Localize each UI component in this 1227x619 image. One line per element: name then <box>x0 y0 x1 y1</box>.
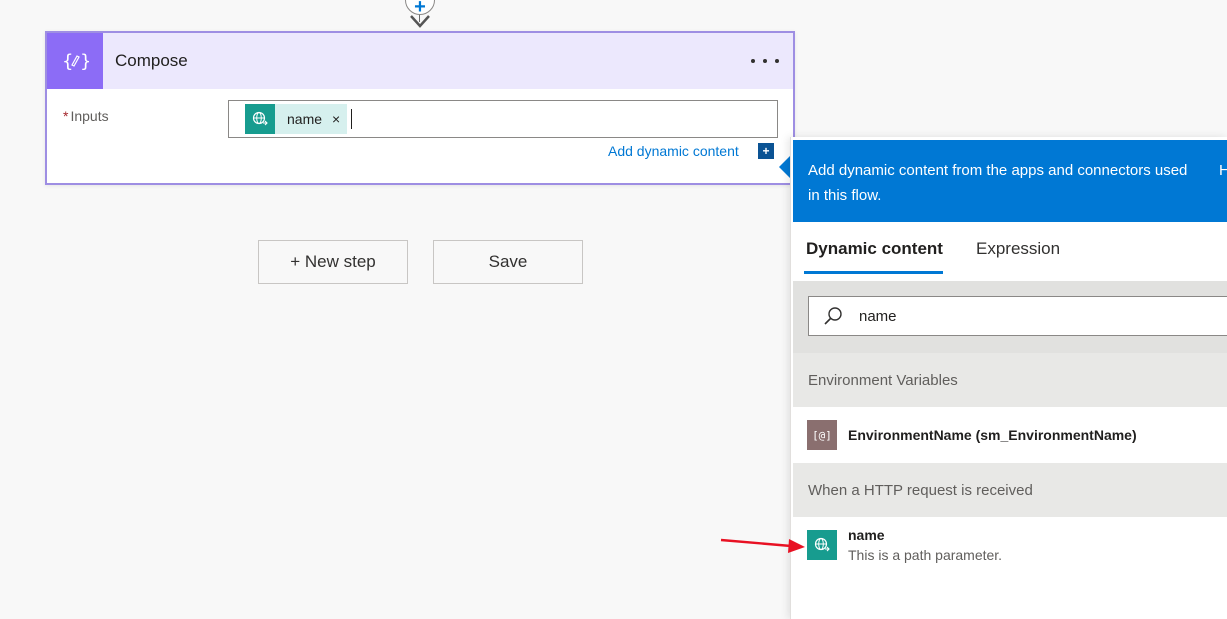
tab-expression[interactable]: Expression <box>976 239 1060 259</box>
http-request-icon <box>245 104 275 134</box>
text-caret <box>351 109 353 129</box>
active-tab-indicator <box>804 271 943 274</box>
svg-text:}: } <box>80 51 89 72</box>
required-marker: * <box>63 108 69 124</box>
list-item-name[interactable]: name This is a path parameter. <box>793 517 1227 573</box>
search-input[interactable] <box>859 307 1159 325</box>
panel-header: Add dynamic content from the apps and co… <box>793 140 1227 222</box>
section-environment-variables[interactable]: Environment Variables <box>793 353 1227 407</box>
item-title: name <box>848 527 885 543</box>
environment-variable-icon: [@] <box>807 420 837 450</box>
add-dynamic-content-button[interactable]: + <box>758 143 774 159</box>
list-item-environment-name[interactable]: [@] EnvironmentName (sm_EnvironmentName) <box>793 407 1227 463</box>
remove-token-icon[interactable]: × <box>332 111 347 127</box>
panel-header-text: Add dynamic content from the apps and co… <box>808 162 1188 204</box>
inputs-field[interactable]: name × <box>228 100 778 138</box>
compose-card-header[interactable]: { } Compose <box>47 33 793 89</box>
section-http-request[interactable]: When a HTTP request is received <box>793 463 1227 517</box>
compose-action-card: { } Compose *Inputs name × Add dyna <box>45 31 795 185</box>
http-request-icon <box>807 530 837 560</box>
inputs-label: * Inputs <box>63 108 109 124</box>
dynamic-content-panel: Add dynamic content from the apps and co… <box>790 137 1227 619</box>
inputs-label-text: Inputs <box>70 108 109 124</box>
red-arrow-icon <box>720 538 805 553</box>
card-title: Compose <box>115 51 188 70</box>
svg-text:{: { <box>62 51 73 72</box>
search-icon <box>824 307 842 325</box>
search-box[interactable] <box>808 296 1227 336</box>
compose-icon: { } <box>47 33 103 89</box>
tab-dynamic-content[interactable]: Dynamic content <box>806 239 943 259</box>
panel-hide-link[interactable]: H <box>1219 158 1227 183</box>
item-title: EnvironmentName (sm_EnvironmentName) <box>848 427 1137 443</box>
item-description: This is a path parameter. <box>848 547 1003 563</box>
search-area <box>793 281 1227 353</box>
more-options-icon[interactable] <box>751 51 779 71</box>
add-dynamic-content-link[interactable]: Add dynamic content <box>608 143 739 159</box>
token-label: name <box>287 111 323 127</box>
save-button[interactable]: Save <box>433 240 583 284</box>
new-step-button[interactable]: + New step <box>258 240 408 284</box>
connector-arrow-icon <box>410 15 430 28</box>
dynamic-token[interactable]: name × <box>245 104 348 134</box>
